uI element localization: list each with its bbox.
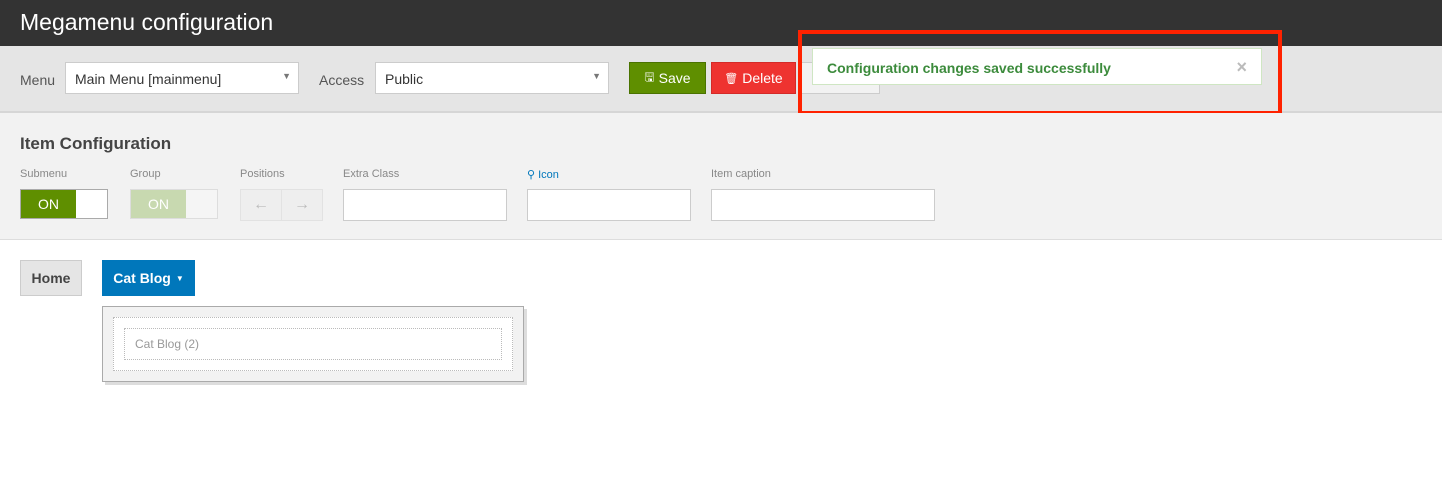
toggle-on: ON — [131, 190, 186, 218]
floppy-disk-icon: 🖫 — [644, 69, 655, 84]
icon-label[interactable]: ⚲ Icon — [527, 168, 559, 181]
save-label: Save — [658, 70, 691, 86]
caret-down-icon: ▼ — [175, 273, 184, 283]
submenu-label: Submenu — [20, 168, 68, 180]
group-label: Group — [130, 168, 161, 180]
toggle-on: ON — [21, 190, 76, 218]
caption-label: Item caption — [711, 168, 771, 180]
page-title: Megamenu configuration — [20, 9, 274, 35]
menu-item-home[interactable]: Home — [20, 260, 82, 296]
trash-icon: 🗑 — [724, 72, 739, 85]
icon-input[interactable] — [527, 189, 691, 221]
submenu-toggle[interactable]: ON — [20, 189, 108, 219]
dropdown-row: Cat Blog (2) — [113, 317, 513, 371]
section-heading: Item Configuration — [20, 134, 172, 153]
icon-label-text: Icon — [538, 169, 559, 181]
delete-label: Delete — [742, 70, 783, 86]
access-select[interactable]: Public ▼ — [375, 62, 609, 94]
dropdown-panel: Cat Blog (2) — [102, 306, 524, 382]
delete-button[interactable]: 🗑 Delete — [711, 62, 796, 94]
search-icon: ⚲ — [527, 169, 536, 181]
positions-control: ← → — [240, 189, 323, 221]
caption-input[interactable] — [711, 189, 935, 221]
caret-down-icon: ▼ — [592, 71, 601, 81]
positions-label: Positions — [240, 168, 285, 180]
access-label: Access — [319, 72, 365, 88]
access-select-value: Public — [385, 71, 424, 87]
menu-select[interactable]: Main Menu [mainmenu] ▼ — [65, 62, 299, 94]
extra-class-label: Extra Class — [343, 168, 400, 180]
dropdown-column-item[interactable]: Cat Blog (2) — [124, 328, 502, 360]
group-toggle[interactable]: ON — [130, 189, 218, 219]
extra-class-input[interactable] — [343, 189, 507, 221]
menu-label: Menu — [20, 72, 56, 88]
save-button[interactable]: 🖫 Save — [629, 62, 706, 94]
menu-item-label: Cat Blog — [113, 270, 171, 286]
menu-select-value: Main Menu [mainmenu] — [75, 71, 222, 87]
caret-down-icon: ▼ — [282, 71, 291, 81]
highlight-box — [798, 30, 1282, 115]
menu-item-cat-blog[interactable]: Cat Blog ▼ — [102, 260, 195, 296]
arrow-left-icon[interactable]: ← — [241, 190, 282, 220]
arrow-right-icon[interactable]: → — [282, 190, 322, 220]
